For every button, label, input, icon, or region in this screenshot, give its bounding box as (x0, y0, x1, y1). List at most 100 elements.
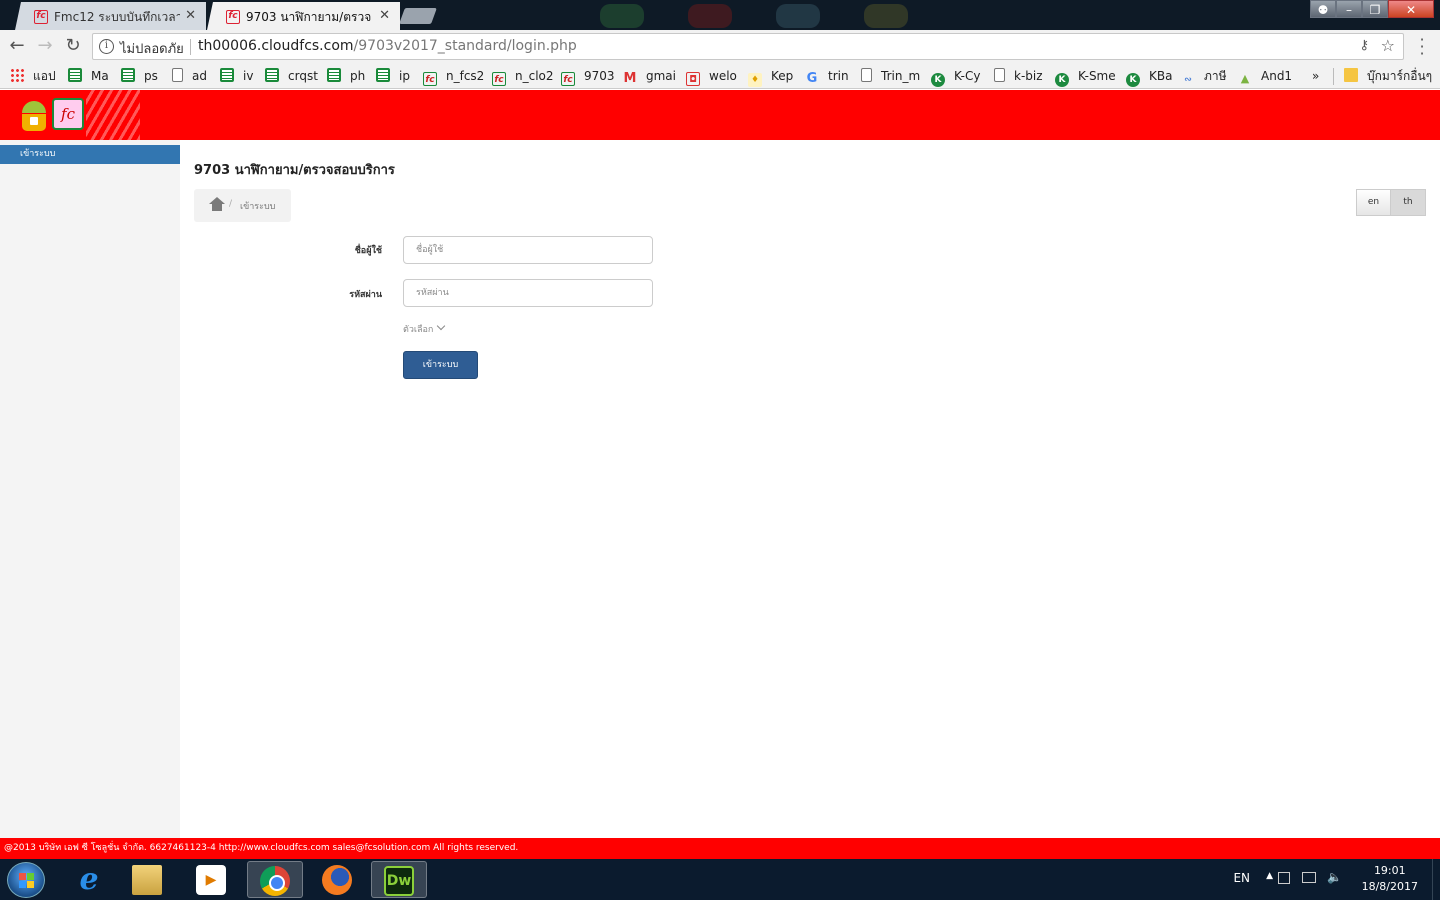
bookmark-label: ps (144, 69, 158, 83)
home-icon[interactable] (209, 197, 225, 211)
action-center-icon[interactable] (1278, 872, 1290, 884)
sheets-icon (220, 68, 234, 82)
taskbar-firefox[interactable] (310, 861, 366, 898)
url-path: /9703v2017_standard/login.php (353, 38, 577, 54)
chrome-icon (260, 866, 290, 896)
other-bookmarks[interactable]: บุ๊กมาร์กอื่นๆ (1344, 67, 1432, 85)
sheets-icon (376, 68, 390, 82)
tab-title: Fmc12 ระบบบันทึกเวลาพนัก (54, 9, 180, 24)
user-icon[interactable]: ⚉ (1310, 0, 1336, 18)
bookmark-ma[interactable]: Ma (68, 67, 109, 85)
bookmark-ph[interactable]: ph (327, 67, 365, 85)
fc-favicon-icon: fc (34, 9, 48, 24)
tray-expand-icon[interactable]: ▲ (1266, 871, 1273, 881)
fc-logo-icon[interactable]: fc (52, 98, 84, 130)
bookmark-label: welo (709, 69, 737, 83)
taskbar-media-player[interactable]: ▶ (184, 861, 240, 898)
fc-favicon-icon: fc (226, 9, 240, 24)
bookmark-k-sme[interactable]: K K-Sme (1055, 67, 1116, 87)
menu-dots-icon[interactable]: · · · (1414, 32, 1430, 62)
tab-9703-active[interactable]: fc 9703 นาฬิกายาม/ตรวจสอบบ ✕ (204, 2, 400, 30)
maximize-button[interactable]: ❐ (1362, 0, 1388, 18)
bookmark-ip[interactable]: ip (376, 67, 410, 85)
info-icon[interactable]: i (99, 39, 114, 54)
bookmark-keep[interactable]: ♦ Kep (748, 67, 793, 87)
new-tab-button[interactable] (399, 8, 437, 24)
input-language[interactable]: EN (1233, 871, 1250, 885)
bookmark-star-icon[interactable]: ☆ (1381, 36, 1395, 55)
close-tab-icon[interactable]: ✕ (185, 2, 196, 30)
android-logo-icon (22, 101, 46, 131)
kbank-icon: K (1055, 73, 1069, 87)
bookmark-n-clo2[interactable]: fc n_clo2 (492, 67, 554, 86)
taskbar-dreamweaver[interactable]: Dw (371, 861, 427, 898)
bookmark-apps[interactable]: แอป (10, 67, 56, 85)
url-text[interactable]: th00006.cloudfcs.com/9703v2017_standard/… (198, 38, 577, 54)
bookmarks-separator (1333, 68, 1334, 85)
bookmark-k-biz[interactable]: k-biz (994, 67, 1043, 85)
login-button[interactable]: เข้าระบบ (403, 351, 478, 379)
bookmark-crqst[interactable]: crqst (265, 67, 318, 85)
bookmark-label: n_fcs2 (446, 69, 485, 83)
taskbar-chrome[interactable] (247, 861, 303, 898)
taskbar-internet-explorer[interactable]: e (62, 861, 118, 898)
address-bar[interactable]: i ไม่ปลอดภัย th00006.cloudfcs.com/9703v2… (92, 33, 1404, 60)
firefox-icon (322, 865, 352, 895)
bookmark-kba[interactable]: K KBa (1126, 67, 1172, 87)
bookmarks-overflow-button[interactable]: » (1312, 67, 1319, 85)
bookmark-n-fcs2[interactable]: fc n_fcs2 (423, 67, 484, 86)
bookmark-k-cy[interactable]: K K-Cy (931, 67, 980, 87)
key-icon[interactable]: ⚷ (1359, 38, 1369, 53)
bookmark-tax[interactable]: ∾ ภาษี (1181, 67, 1227, 87)
options-toggle[interactable]: ตัวเลือก (403, 321, 446, 336)
bookmark-label: gmai (646, 69, 676, 83)
android-icon: ▲ (1240, 72, 1250, 85)
reload-icon[interactable]: ↻ (62, 36, 84, 58)
bookmark-label: 9703 (584, 69, 615, 83)
close-tab-icon[interactable]: ✕ (379, 2, 390, 30)
bookmark-trin-m[interactable]: Trin_m (861, 67, 920, 85)
minimize-button[interactable]: – (1336, 0, 1362, 18)
bookmark-label: KBa (1149, 69, 1173, 83)
password-input[interactable] (403, 279, 653, 307)
tab-fmc12[interactable]: fc Fmc12 ระบบบันทึกเวลาพนัก ✕ (12, 2, 206, 30)
password-label: รหัสผ่าน (349, 290, 382, 300)
username-input[interactable] (403, 236, 653, 264)
chevron-down-icon (437, 321, 446, 331)
bookmark-9703[interactable]: fc 9703 (561, 67, 615, 86)
close-window-button[interactable]: ✕ (1388, 0, 1434, 18)
lang-en-button[interactable]: en (1356, 189, 1391, 216)
start-button[interactable] (7, 862, 45, 898)
options-label: ตัวเลือก (403, 325, 434, 335)
security-label[interactable]: ไม่ปลอดภัย (120, 38, 184, 59)
page-icon (994, 68, 1005, 82)
show-desktop-button[interactable] (1432, 859, 1440, 900)
back-arrow-icon[interactable]: ← (6, 36, 28, 58)
forward-arrow-icon[interactable]: → (34, 36, 56, 58)
network-icon[interactable] (1302, 872, 1316, 883)
bookmark-label: ad (192, 69, 207, 83)
red-bag-icon: ◘ (686, 72, 700, 86)
bookmark-and1[interactable]: ▲ And1 (1238, 67, 1292, 86)
google-icon: G (806, 71, 818, 86)
bookmark-iv[interactable]: iv (220, 67, 253, 85)
sidebar-item-login[interactable]: เข้าระบบ (0, 145, 180, 164)
bookmark-gmail[interactable]: Mgmai (623, 67, 676, 86)
screen: { "browser": { "tabs": [ {"title": "Fmc1… (0, 0, 1440, 900)
media-player-icon: ▶ (196, 865, 226, 895)
taskbar-file-explorer[interactable] (120, 861, 176, 898)
breadcrumb: / เข้าระบบ (194, 189, 291, 222)
sheets-icon (265, 68, 279, 82)
bookmark-label: k-biz (1014, 69, 1043, 83)
bookmark-label: ภาษี (1204, 69, 1227, 83)
volume-icon[interactable]: 🔈 (1327, 870, 1342, 884)
lang-th-button[interactable]: th (1391, 189, 1426, 216)
folder-icon (1344, 68, 1358, 82)
bookmark-ad[interactable]: ad (172, 67, 207, 85)
bookmark-welo[interactable]: ◘ welo (686, 67, 737, 86)
internet-explorer-icon: e (79, 862, 99, 897)
bookmark-ps[interactable]: ps (121, 67, 158, 85)
page-icon (172, 68, 183, 82)
clock[interactable]: 19:01 18/8/2017 (1362, 863, 1418, 895)
bookmark-trin[interactable]: Gtrin (805, 67, 849, 86)
